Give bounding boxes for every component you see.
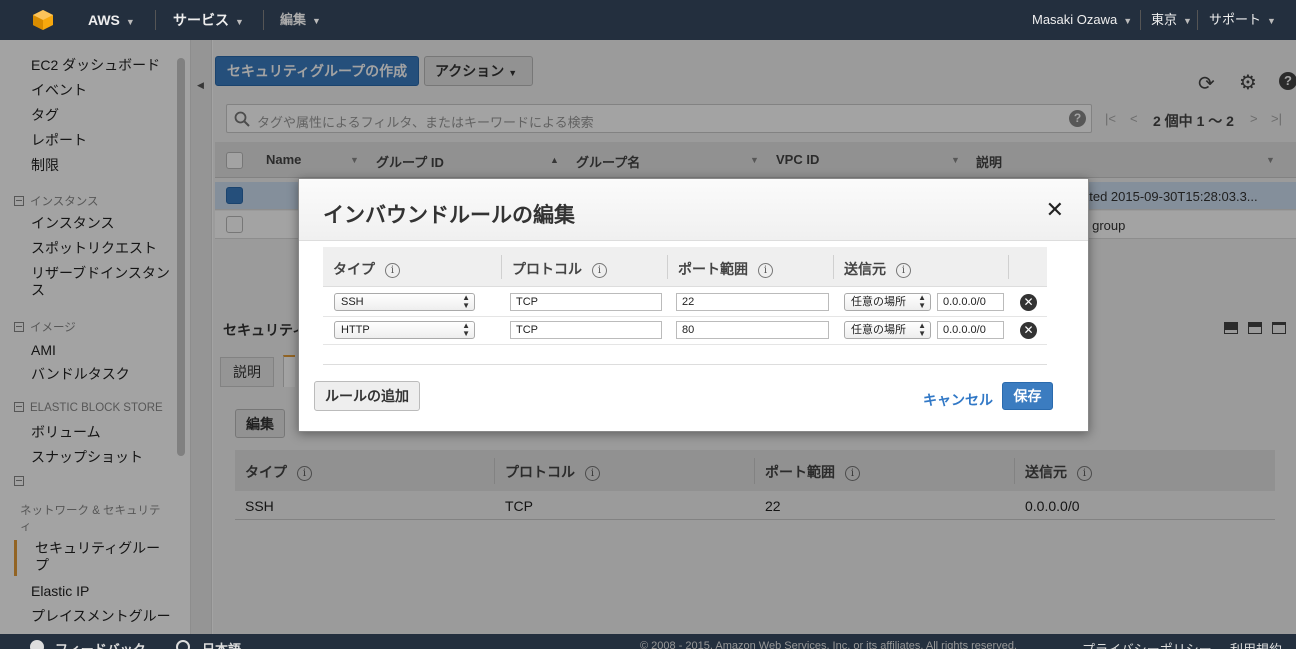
info-icon[interactable]: i — [758, 263, 773, 278]
column-type-label: タイプ — [333, 261, 375, 277]
column-source: 送信元 i — [844, 259, 911, 279]
user-name: Masaki Ozawa — [1032, 12, 1118, 27]
updown-icon: ▲ ▼ — [462, 321, 470, 338]
type-select[interactable]: HTTP ▲ ▼ — [334, 321, 475, 339]
copyright: © 2008 - 2015, Amazon Web Services, Inc.… — [640, 640, 1017, 649]
divider — [1008, 255, 1009, 279]
feedback-icon — [30, 640, 44, 649]
chevron-down-icon: ▼ — [125, 17, 135, 27]
info-icon[interactable]: i — [385, 263, 400, 278]
remove-rule-icon[interactable]: ✕ — [1020, 294, 1037, 311]
divider — [501, 255, 502, 279]
column-type: タイプ i — [333, 259, 400, 279]
updown-icon: ▲ ▼ — [918, 321, 926, 338]
chevron-down-icon: ▼ — [1183, 16, 1192, 26]
feedback-link[interactable]: フィードバック — [55, 639, 146, 649]
divider — [1140, 10, 1141, 30]
rule-row: SSH ▲ ▼ TCP 22 任意の場所 ▲ ▼ 0.0.0.0/0 ✕ — [323, 289, 1047, 317]
column-protocol-label: プロトコル — [512, 261, 582, 277]
language-selector[interactable]: 日本語 — [202, 639, 241, 649]
info-icon[interactable]: i — [896, 263, 911, 278]
divider — [263, 10, 264, 30]
info-icon[interactable]: i — [592, 263, 607, 278]
close-icon[interactable]: ✕ — [1046, 197, 1064, 223]
divider — [833, 255, 834, 279]
edit-menu[interactable]: 編集 ▼ — [280, 0, 321, 40]
aws-cube-icon[interactable] — [32, 9, 54, 31]
type-select[interactable]: SSH ▲ ▼ — [334, 293, 475, 311]
divider — [667, 255, 668, 279]
chevron-down-icon: ▼ — [312, 16, 321, 26]
aws-menu[interactable]: AWS ▼ — [88, 0, 135, 40]
remove-rule-icon[interactable]: ✕ — [1020, 322, 1037, 339]
footer: フィードバック 日本語 © 2008 - 2015, Amazon Web Se… — [0, 634, 1296, 649]
cidr-input[interactable]: 0.0.0.0/0 — [937, 293, 1004, 311]
globe-icon — [176, 640, 190, 649]
divider — [155, 10, 156, 30]
edit-label: 編集 — [280, 12, 307, 27]
services-menu[interactable]: サービス ▼ — [173, 0, 244, 40]
type-select-value: HTTP — [341, 324, 370, 336]
protocol-field[interactable]: TCP — [510, 293, 662, 311]
terms-link[interactable]: 利用規約 — [1230, 639, 1282, 649]
services-label: サービス — [173, 12, 229, 28]
source-select-value: 任意の場所 — [851, 296, 906, 308]
source-select-value: 任意の場所 — [851, 324, 906, 336]
dialog-header: インバウンドルールの編集 ✕ — [299, 179, 1088, 241]
protocol-field[interactable]: TCP — [510, 321, 662, 339]
chevron-down-icon: ▼ — [1123, 16, 1133, 26]
cancel-button[interactable]: キャンセル — [923, 390, 993, 410]
support-menu[interactable]: サポート ▼ — [1209, 0, 1276, 40]
chevron-down-icon: ▼ — [235, 17, 244, 27]
user-menu[interactable]: Masaki Ozawa ▼ — [1032, 0, 1132, 40]
type-select-value: SSH — [341, 296, 364, 308]
port-range-input[interactable]: 22 — [676, 293, 829, 311]
aws-menu-label: AWS — [88, 12, 120, 28]
column-port-label: ポート範囲 — [678, 261, 748, 277]
column-port: ポート範囲 i — [678, 259, 773, 279]
rules-editor-header: タイプ i プロトコル i ポート範囲 i 送信元 i — [323, 247, 1047, 287]
port-range-input[interactable]: 80 — [676, 321, 829, 339]
column-source-label: 送信元 — [844, 261, 886, 277]
region-label: 東京 — [1151, 12, 1178, 27]
source-select[interactable]: 任意の場所 ▲ ▼ — [844, 321, 931, 339]
column-protocol: プロトコル i — [512, 259, 607, 279]
source-select[interactable]: 任意の場所 ▲ ▼ — [844, 293, 931, 311]
dialog-title: インバウンドルールの編集 — [323, 204, 575, 227]
edit-inbound-rules-dialog: インバウンドルールの編集 ✕ タイプ i プロトコル i ポート範囲 i 送信元 i S… — [298, 178, 1089, 432]
updown-icon: ▲ ▼ — [462, 293, 470, 310]
divider — [1197, 10, 1198, 30]
save-button[interactable]: 保存 — [1002, 382, 1053, 410]
privacy-link[interactable]: プライバシーポリシー — [1082, 639, 1212, 649]
rule-row: HTTP ▲ ▼ TCP 80 任意の場所 ▲ ▼ 0.0.0.0/0 ✕ — [323, 317, 1047, 345]
updown-icon: ▲ ▼ — [918, 293, 926, 310]
region-menu[interactable]: 東京 ▼ — [1151, 0, 1192, 40]
add-rule-button[interactable]: ルールの追加 — [314, 381, 420, 411]
top-navigation-bar: AWS ▼ サービス ▼ 編集 ▼ Masaki Ozawa ▼ 東京 ▼ サポート ▼ — [0, 0, 1296, 40]
chevron-down-icon: ▼ — [1267, 16, 1276, 26]
divider — [323, 364, 1047, 365]
cidr-input[interactable]: 0.0.0.0/0 — [937, 321, 1004, 339]
support-label: サポート — [1209, 12, 1262, 27]
